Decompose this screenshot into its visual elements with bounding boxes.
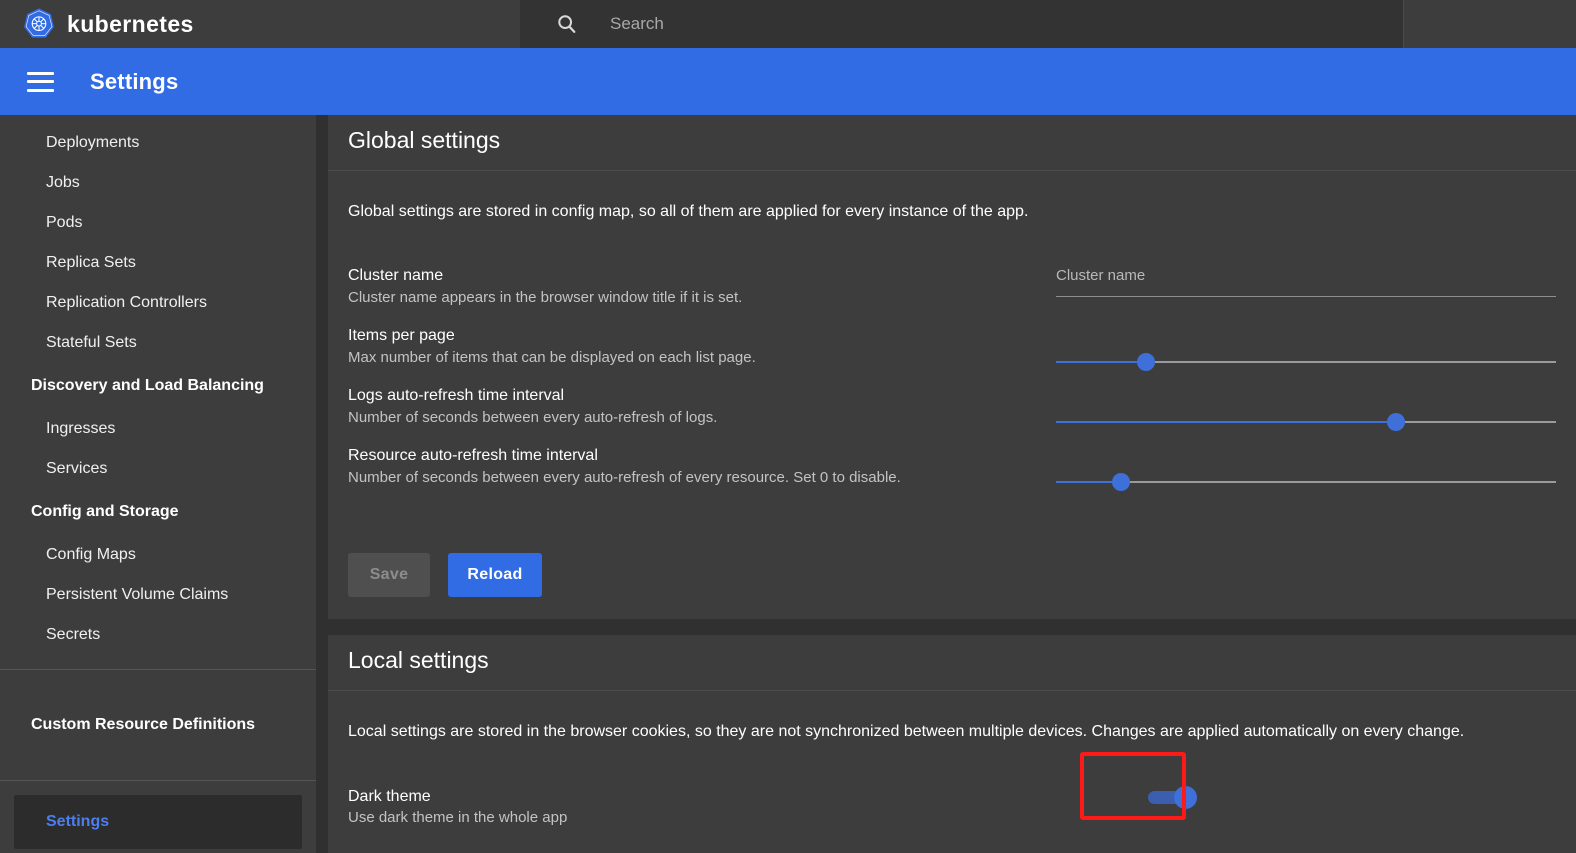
sidebar-group-label: Config and Storage: [31, 503, 179, 521]
setting-row-cluster-name: Cluster name Cluster name appears in the…: [348, 265, 1556, 325]
setting-row-logs-auto-refresh: Logs auto-refresh time interval Number o…: [348, 385, 1556, 445]
local-settings-intro: Local settings are stored in the browser…: [348, 721, 1556, 743]
search-bar[interactable]: [520, 0, 1404, 48]
cluster-name-field[interactable]: Cluster name: [1056, 265, 1556, 316]
dark-theme-toggle[interactable]: [1148, 786, 1200, 808]
sidebar-item-settings[interactable]: Settings: [14, 795, 302, 849]
setting-label: Cluster name: [348, 265, 1036, 287]
cluster-name-input[interactable]: [1056, 297, 1556, 315]
slider-knob[interactable]: [1137, 353, 1155, 371]
sidebar-item-pods[interactable]: Pods: [0, 203, 316, 243]
sidebar-item-label: Deployments: [46, 134, 139, 152]
sidebar-item-jobs[interactable]: Jobs: [0, 163, 316, 203]
sidebar-item-label: Settings: [46, 813, 109, 831]
sidebar-item-replica-sets[interactable]: Replica Sets: [0, 243, 316, 283]
sidebar-item-replication-controllers[interactable]: Replication Controllers: [0, 283, 316, 323]
setting-description: Number of seconds between every auto-ref…: [348, 467, 1036, 488]
items-per-page-slider[interactable]: [1056, 347, 1556, 377]
sidebar-item-label: Replication Controllers: [46, 294, 207, 312]
sidebar-group-label: Discovery and Load Balancing: [31, 377, 264, 395]
local-settings-title: Local settings: [328, 635, 1576, 691]
sidebar-divider: [0, 669, 316, 670]
search-input[interactable]: [610, 9, 1310, 39]
sidebar-item-label: Stateful Sets: [46, 334, 137, 352]
setting-label: Resource auto-refresh time interval: [348, 445, 1036, 467]
sidebar-item-label: Config Maps: [46, 546, 136, 564]
sidebar-group-custom-resource-definitions[interactable]: Custom Resource Definitions: [0, 702, 316, 748]
sidebar-item-label: Secrets: [46, 626, 100, 644]
reload-button[interactable]: Reload: [448, 553, 542, 597]
global-settings-actions: Save Reload: [348, 553, 1556, 597]
setting-row-dark-theme: Dark theme Use dark theme in the whole a…: [348, 786, 1556, 846]
slider-knob[interactable]: [1112, 473, 1130, 491]
sidebar: Deployments Jobs Pods Replica Sets Repli…: [0, 115, 316, 853]
sidebar-item-label: Jobs: [46, 174, 80, 192]
setting-description: Max number of items that can be displaye…: [348, 347, 1036, 368]
save-button[interactable]: Save: [348, 553, 430, 597]
sidebar-item-label: Replica Sets: [46, 254, 136, 272]
setting-label: Items per page: [348, 325, 1036, 347]
setting-label: Dark theme: [348, 786, 1108, 808]
hamburger-menu-icon[interactable]: [27, 72, 54, 92]
cluster-name-field-label: Cluster name: [1056, 267, 1556, 284]
setting-description: Cluster name appears in the browser wind…: [348, 287, 1036, 308]
slider-knob[interactable]: [1387, 413, 1405, 431]
slider-fill: [1056, 361, 1146, 363]
main-content: Global settings Global settings are stor…: [328, 115, 1576, 853]
setting-row-items-per-page: Items per page Max number of items that …: [348, 325, 1556, 385]
sidebar-item-services[interactable]: Services: [0, 449, 316, 489]
sidebar-item-label: Ingresses: [46, 420, 115, 438]
global-settings-title: Global settings: [328, 115, 1576, 171]
setting-label: Logs auto-refresh time interval: [348, 385, 1036, 407]
global-settings-intro: Global settings are stored in config map…: [348, 201, 1556, 223]
slider-track: [1056, 481, 1556, 483]
sidebar-group-label: Custom Resource Definitions: [31, 716, 255, 734]
sidebar-item-deployments[interactable]: Deployments: [0, 123, 316, 163]
global-settings-rows: Cluster name Cluster name appears in the…: [348, 265, 1556, 505]
page-title: Settings: [90, 69, 178, 95]
sidebar-divider: [0, 780, 316, 781]
sidebar-item-label: Services: [46, 460, 107, 478]
local-settings-card: Local settings Local settings are stored…: [328, 635, 1576, 853]
kubernetes-helm-icon: [22, 7, 56, 41]
sidebar-item-label: Persistent Volume Claims: [46, 586, 228, 604]
sidebar-item-persistent-volume-claims[interactable]: Persistent Volume Claims: [0, 575, 316, 615]
top-bar: kubernetes: [0, 0, 1576, 48]
sidebar-group-discovery-and-load-balancing[interactable]: Discovery and Load Balancing: [0, 363, 316, 409]
sidebar-item-config-maps[interactable]: Config Maps: [0, 535, 316, 575]
resource-auto-refresh-slider[interactable]: [1056, 467, 1556, 497]
setting-row-resource-auto-refresh: Resource auto-refresh time interval Numb…: [348, 445, 1556, 505]
brand[interactable]: kubernetes: [0, 7, 520, 41]
sidebar-item-stateful-sets[interactable]: Stateful Sets: [0, 323, 316, 363]
sidebar-item-ingresses[interactable]: Ingresses: [0, 409, 316, 449]
action-bar: Settings: [0, 48, 1576, 115]
sidebar-item-secrets[interactable]: Secrets: [0, 615, 316, 655]
search-icon: [556, 13, 578, 35]
brand-name: kubernetes: [67, 11, 194, 38]
toggle-knob[interactable]: [1174, 786, 1197, 809]
logs-auto-refresh-slider[interactable]: [1056, 407, 1556, 437]
global-settings-card: Global settings Global settings are stor…: [328, 115, 1576, 619]
slider-fill: [1056, 421, 1396, 423]
sidebar-group-config-and-storage[interactable]: Config and Storage: [0, 489, 316, 535]
setting-description: Use dark theme in the whole app: [348, 807, 1108, 828]
sidebar-item-label: Pods: [46, 214, 82, 232]
setting-description: Number of seconds between every auto-ref…: [348, 407, 1036, 428]
